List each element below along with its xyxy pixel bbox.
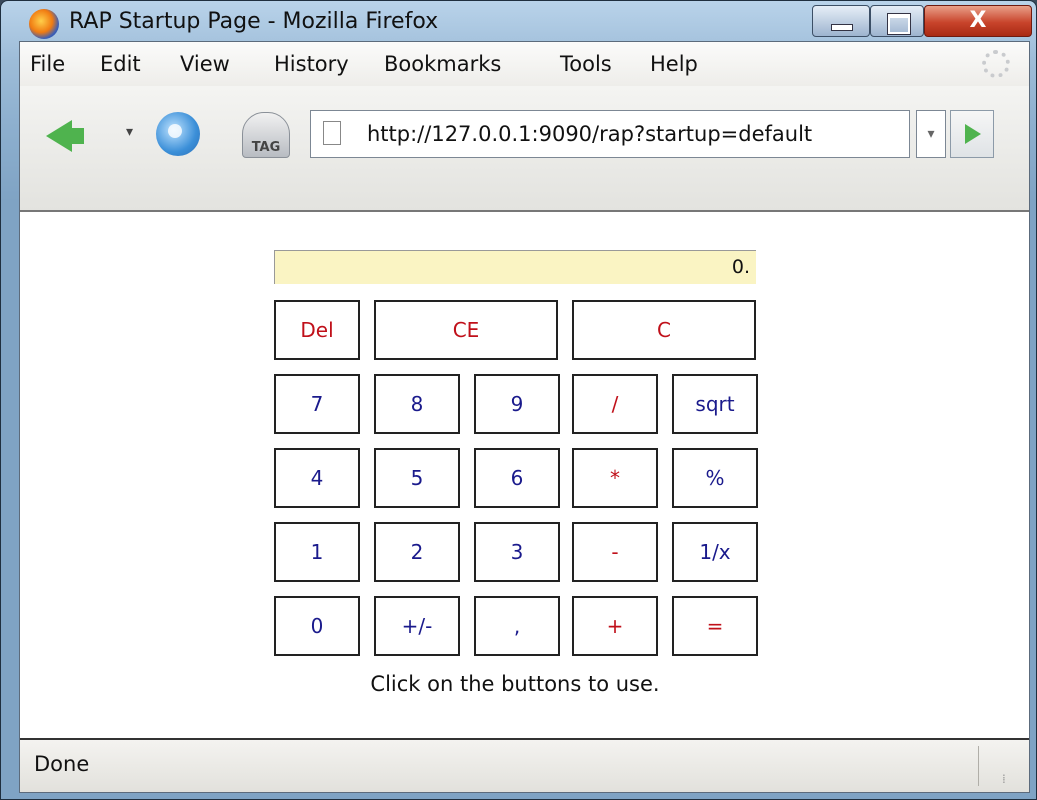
calc-button-4-4[interactable]: = [672, 596, 758, 656]
calc-button-0-1[interactable]: CE [374, 300, 558, 360]
minimize-button[interactable] [812, 5, 870, 37]
calc-button-2-4[interactable]: % [672, 448, 758, 508]
url-text[interactable]: http://127.0.0.1:9090/rap?startup=defaul… [367, 122, 812, 146]
calc-button-4-1[interactable]: +/- [374, 596, 460, 656]
calc-button-3-0[interactable]: 1 [274, 522, 360, 582]
calc-button-2-3[interactable]: * [572, 448, 658, 508]
tag-button[interactable]: TAG [242, 112, 290, 158]
reload-icon [168, 124, 182, 138]
calc-button-3-4[interactable]: 1/x [672, 522, 758, 582]
calc-button-3-1[interactable]: 2 [374, 522, 460, 582]
window-title: RAP Startup Page - Mozilla Firefox [69, 9, 439, 34]
reload-button[interactable] [156, 112, 200, 156]
calc-button-4-3[interactable]: + [572, 596, 658, 656]
back-history-dropdown[interactable]: ▾ [126, 124, 133, 140]
calculator-display: 0. [274, 250, 756, 284]
url-dropdown-button[interactable]: ▾ [916, 110, 946, 158]
menu-bar: File Edit View History Bookmarks Tools H… [20, 42, 1029, 86]
url-bar[interactable]: http://127.0.0.1:9090/rap?startup=defaul… [310, 110, 910, 158]
maximize-icon [888, 14, 910, 34]
menu-help[interactable]: Help [650, 52, 698, 76]
maximize-button[interactable] [870, 5, 924, 37]
calc-button-1-4[interactable]: sqrt [672, 374, 758, 434]
browser-frame: File Edit View History Bookmarks Tools H… [19, 41, 1030, 793]
calc-button-1-3[interactable]: / [572, 374, 658, 434]
throbber-icon [982, 50, 1010, 78]
go-arrow-icon [965, 124, 981, 144]
calc-button-2-1[interactable]: 5 [374, 448, 460, 508]
calc-button-4-0[interactable]: 0 [274, 596, 360, 656]
minimize-icon [831, 24, 853, 31]
menu-file[interactable]: File [30, 52, 65, 76]
page-content: 0. Del CE C 7 8 9/sqrt 4 5 6 *% 1 2 3-1/x 0 +/-, + = Cli… [20, 212, 1029, 740]
page-icon [323, 121, 341, 145]
calc-button-0-0[interactable]: Del [274, 300, 360, 360]
resize-grip-icon[interactable]: ⁞ [1002, 772, 1006, 786]
calc-button-2-0[interactable]: 4 [274, 448, 360, 508]
menu-history[interactable]: History [274, 52, 349, 76]
go-button[interactable] [950, 110, 994, 158]
status-bar: Done ⁞ [20, 740, 1029, 792]
menu-tools[interactable]: Tools [560, 52, 612, 76]
firefox-icon [29, 9, 59, 39]
menu-bookmarks[interactable]: Bookmarks [384, 52, 501, 76]
close-button[interactable]: X [924, 5, 1032, 37]
browser-window: RAP Startup Page - Mozilla Firefox X Fil… [0, 0, 1037, 800]
calc-button-2-2[interactable]: 6 [474, 448, 560, 508]
calc-button-3-2[interactable]: 3 [474, 522, 560, 582]
calc-button-1-0[interactable]: 7 [274, 374, 360, 434]
calc-button-4-2[interactable]: , [474, 596, 560, 656]
navigation-toolbar: ▾ TAG http://127.0.0.1:9090/rap?startup=… [20, 86, 1029, 212]
calc-button-1-2[interactable]: 9 [474, 374, 560, 434]
menu-view[interactable]: View [180, 52, 230, 76]
title-bar: RAP Startup Page - Mozilla Firefox X [1, 1, 1036, 41]
close-icon: X [969, 8, 987, 33]
usage-hint: Click on the buttons to use. [370, 672, 660, 696]
calc-button-1-1[interactable]: 8 [374, 374, 460, 434]
status-text: Done [34, 752, 90, 776]
calc-button-0-2[interactable]: C [572, 300, 756, 360]
menu-edit[interactable]: Edit [100, 52, 141, 76]
tag-icon: TAG [251, 140, 281, 155]
calc-button-3-3[interactable]: - [572, 522, 658, 582]
